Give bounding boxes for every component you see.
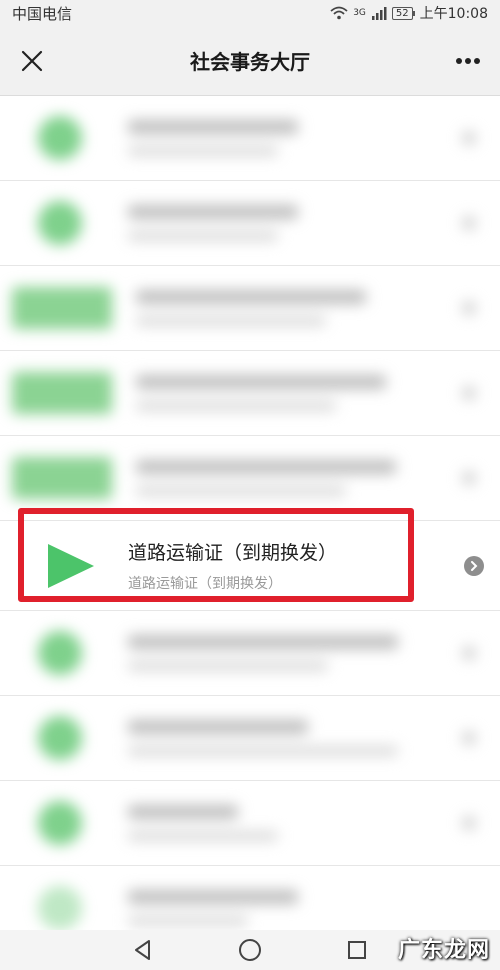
network-type: 3G [353, 8, 366, 18]
status-bar: 中国电信 3G 52 上午10:08 [0, 0, 500, 26]
service-icon [38, 716, 82, 760]
home-icon [238, 939, 261, 961]
wifi-icon [330, 6, 348, 20]
list-item[interactable] [0, 351, 500, 436]
page-title: 社会事务大厅 [190, 50, 310, 74]
service-icon [12, 372, 112, 414]
list-item[interactable] [0, 866, 500, 930]
list-item[interactable] [0, 781, 500, 866]
more-button[interactable] [450, 43, 486, 79]
list-item[interactable] [0, 181, 500, 266]
service-list: 道路运输证（到期换发） 道路运输证（到期换发） [0, 96, 500, 930]
service-icon [38, 886, 82, 930]
carrier-label: 中国电信 [12, 4, 73, 23]
home-button[interactable] [236, 936, 264, 964]
service-icon [38, 631, 82, 675]
back-icon [135, 940, 151, 960]
list-item[interactable] [0, 696, 500, 781]
item-subtitle: 道路运输证（到期换发） [128, 576, 282, 592]
chevron-right-icon [464, 555, 484, 576]
more-icon [456, 57, 480, 64]
close-button[interactable] [14, 43, 50, 79]
featured-list-item[interactable]: 道路运输证（到期换发） 道路运输证（到期换发） [0, 521, 500, 611]
watermark: 广东龙网 [397, 938, 490, 963]
list-item[interactable] [0, 266, 500, 351]
close-icon [21, 50, 43, 71]
recents-icon [347, 941, 366, 959]
item-title: 道路运输证（到期换发） [128, 542, 338, 564]
recents-button[interactable] [343, 936, 371, 964]
signal-icon [371, 7, 387, 20]
service-icon [38, 116, 82, 160]
back-button[interactable] [129, 936, 157, 964]
list-item[interactable] [0, 611, 500, 696]
clock: 上午10:08 [419, 6, 488, 22]
list-item[interactable] [0, 96, 500, 181]
service-icon [12, 287, 112, 329]
service-icon [38, 801, 82, 845]
service-icon [38, 201, 82, 245]
service-icon [12, 457, 112, 499]
battery-icon: 52 [391, 6, 415, 20]
list-item[interactable] [0, 436, 500, 521]
play-icon [48, 543, 94, 588]
status-indicators: 3G 52 上午10:08 [330, 3, 488, 23]
nav-bar: 社会事务大厅 [0, 26, 500, 96]
